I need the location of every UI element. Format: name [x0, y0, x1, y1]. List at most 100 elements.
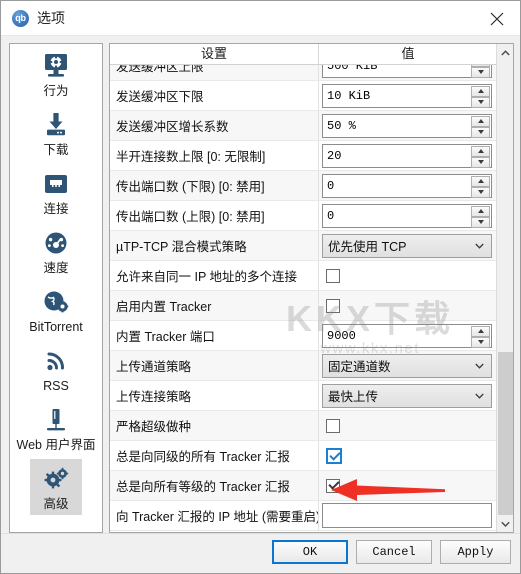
table-row[interactable]: 发送缓冲区上限 500 KiB	[110, 65, 497, 81]
setting-value-cell[interactable]	[319, 471, 497, 500]
spinner-down-icon[interactable]	[471, 186, 490, 198]
spinner-buttons[interactable]	[471, 325, 490, 348]
checkbox-unchecked[interactable]	[326, 418, 340, 433]
table-row[interactable]: 发送缓冲区下限 10 KiB	[110, 81, 497, 111]
spinner-up-icon[interactable]	[471, 175, 490, 187]
spin-input[interactable]: 20	[322, 143, 492, 168]
table-row[interactable]: 总是向同级的所有 Tracker 汇报	[110, 441, 497, 471]
scrollbar-thumb[interactable]	[498, 352, 513, 517]
table-row[interactable]: 发送缓冲区增长系数 50 %	[110, 111, 497, 141]
spinner-buttons[interactable]	[471, 65, 490, 78]
setting-name: 发送缓冲区上限	[110, 65, 319, 80]
table-row[interactable]: 向 Tracker 汇报的 IP 地址 (需要重启)	[110, 501, 497, 531]
spinner-down-icon[interactable]	[471, 126, 490, 138]
spin-input[interactable]: 50 %	[322, 113, 492, 138]
table-row[interactable]: 总是向所有等级的 Tracker 汇报	[110, 471, 497, 501]
spinner-up-icon[interactable]	[471, 205, 490, 217]
dropdown-select[interactable]: 固定通道数	[322, 353, 492, 378]
spinner-down-icon[interactable]	[471, 336, 490, 348]
setting-value-cell[interactable]	[319, 501, 497, 530]
checkbox-checked[interactable]	[326, 447, 342, 464]
ok-button[interactable]: OK	[272, 540, 348, 564]
download-tray-icon	[10, 108, 102, 142]
setting-value-cell[interactable]: 最快上传	[319, 381, 497, 410]
setting-value-cell[interactable]	[319, 291, 497, 320]
setting-name: 内置 Tracker 端口	[110, 321, 319, 350]
spinner-up-icon[interactable]	[471, 115, 490, 127]
sidebar-item-connection[interactable]: 连接	[10, 162, 102, 221]
scroll-down-button[interactable]	[497, 515, 513, 532]
cancel-button[interactable]: Cancel	[356, 540, 432, 564]
sidebar-item-behavior[interactable]: 行为	[10, 44, 102, 103]
setting-value-cell[interactable]	[319, 411, 497, 440]
table-header-row: 设置 值	[110, 44, 497, 65]
spin-input[interactable]: 9000	[322, 323, 492, 348]
setting-value-cell[interactable]: 0	[319, 171, 497, 200]
spinner-buttons[interactable]	[471, 175, 490, 198]
spinner-buttons[interactable]	[471, 145, 490, 168]
dropdown-value: 固定通道数	[328, 360, 391, 374]
setting-value-cell[interactable]: 500 KiB	[319, 65, 497, 80]
table-row[interactable]: 启用内置 Tracker	[110, 291, 497, 321]
table-row[interactable]: 半开连接数上限 [0: 无限制] 20	[110, 141, 497, 171]
spinner-down-icon[interactable]	[471, 66, 490, 78]
spin-value: 0	[327, 208, 335, 223]
sidebar-item-advanced[interactable]: 高级	[10, 457, 102, 516]
spin-input[interactable]: 0	[322, 203, 492, 228]
setting-value-cell[interactable]: 50 %	[319, 111, 497, 140]
spinner-buttons[interactable]	[471, 85, 490, 108]
setting-value-cell[interactable]: 0	[319, 201, 497, 230]
sidebar-item-rss[interactable]: RSS	[10, 339, 102, 398]
sidebar-item-webui[interactable]: Web 用户界面	[10, 398, 102, 457]
setting-value-cell[interactable]: 10 KiB	[319, 81, 497, 110]
setting-value-cell[interactable]: 优先使用 TCP	[319, 231, 497, 260]
sidebar-item-bittorrent[interactable]: BitTorrent	[10, 280, 102, 339]
spinner-buttons[interactable]	[471, 115, 490, 138]
dropdown-select[interactable]: 优先使用 TCP	[322, 233, 492, 258]
table-row[interactable]: 上传连接策略 最快上传	[110, 381, 497, 411]
checkbox-unchecked[interactable]	[326, 298, 340, 313]
setting-value-cell[interactable]	[319, 261, 497, 290]
spinner-buttons[interactable]	[471, 205, 490, 228]
setting-name: µTP-TCP 混合模式策略	[110, 231, 319, 260]
table-row[interactable]: 允许来自同一 IP 地址的多个连接	[110, 261, 497, 291]
table-body: 发送缓冲区上限 500 KiB 发送缓冲区下限 10 KiB 发送缓冲区增长系数 50 %…	[110, 65, 497, 532]
table-row[interactable]: 上传通道策略 固定通道数	[110, 351, 497, 381]
table-row[interactable]: µTP-TCP 混合模式策略 优先使用 TCP	[110, 231, 497, 261]
setting-value-cell[interactable]: 20	[319, 141, 497, 170]
table-row[interactable]: 严格超级做种	[110, 411, 497, 441]
spinner-down-icon[interactable]	[471, 216, 490, 228]
setting-value-cell[interactable]	[319, 441, 497, 470]
scroll-up-button[interactable]	[497, 44, 513, 61]
table-row[interactable]: 传出端口数 (下限) [0: 禁用] 0	[110, 171, 497, 201]
setting-value-cell[interactable]: 固定通道数	[319, 351, 497, 380]
checkbox-checked[interactable]	[326, 478, 340, 493]
sidebar-label-connection: 连接	[43, 202, 69, 216]
spinner-up-icon[interactable]	[471, 145, 490, 157]
spinner-up-icon[interactable]	[471, 85, 490, 97]
column-header-value[interactable]: 值	[319, 44, 497, 64]
setting-value-cell[interactable]: 9000	[319, 321, 497, 350]
apply-button[interactable]: Apply	[440, 540, 511, 564]
spinner-down-icon[interactable]	[471, 96, 490, 108]
vertical-scrollbar[interactable]	[496, 44, 513, 532]
text-input[interactable]	[322, 503, 492, 528]
spinner-down-icon[interactable]	[471, 156, 490, 168]
spin-input[interactable]: 0	[322, 173, 492, 198]
sidebar-item-downloads[interactable]: 下载	[10, 103, 102, 162]
category-sidebar[interactable]: 行为 下载 连接 速度 BitTorrent RSS Web 用户界面 高级	[9, 43, 103, 533]
window-title: 选项	[37, 10, 65, 26]
setting-name: 启用内置 Tracker	[110, 291, 319, 320]
spin-input[interactable]: 500 KiB	[322, 65, 492, 78]
sidebar-item-speed[interactable]: 速度	[10, 221, 102, 280]
setting-name: 总是向同级的所有 Tracker 汇报	[110, 441, 319, 470]
close-icon[interactable]	[474, 1, 520, 35]
column-header-setting[interactable]: 设置	[110, 44, 319, 64]
dropdown-select[interactable]: 最快上传	[322, 383, 492, 408]
sidebar-label-downloads: 下载	[43, 143, 69, 157]
table-row[interactable]: 传出端口数 (上限) [0: 禁用] 0	[110, 201, 497, 231]
checkbox-unchecked[interactable]	[326, 268, 340, 283]
table-row[interactable]: 内置 Tracker 端口 9000	[110, 321, 497, 351]
spin-input[interactable]: 10 KiB	[322, 83, 492, 108]
spinner-up-icon[interactable]	[471, 325, 490, 337]
